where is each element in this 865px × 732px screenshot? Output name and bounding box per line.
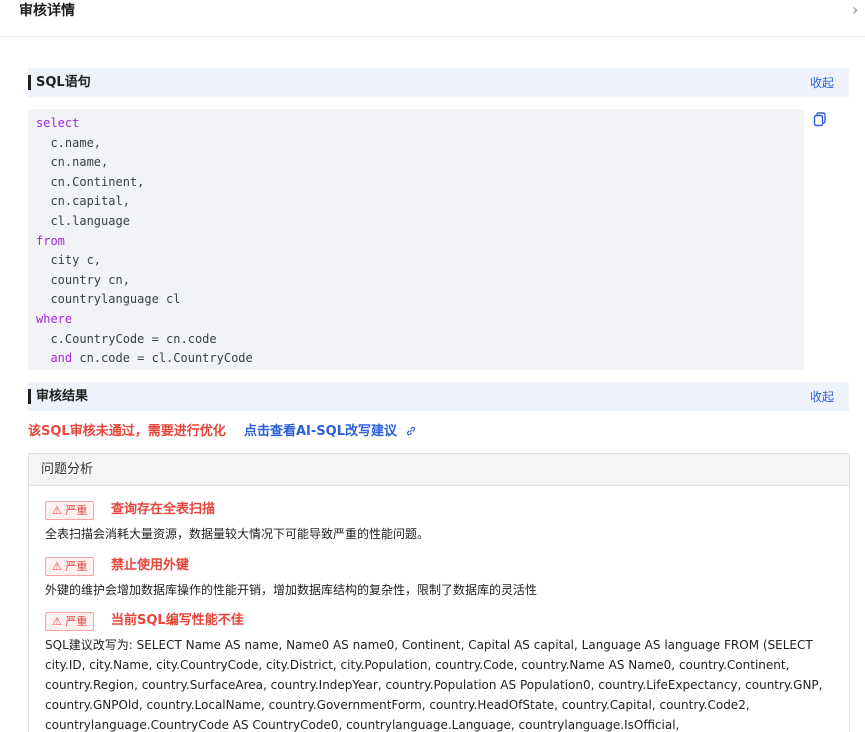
section-accent-bar bbox=[28, 75, 31, 90]
sql-code-line: cn.Continent, bbox=[36, 173, 253, 193]
sql-code-line: and cn.code = cl.CountryCode bbox=[36, 349, 253, 369]
sql-code-text: c.name, bbox=[50, 135, 102, 150]
audit-fail-message: 该SQL审核未通过，需要进行优化 bbox=[28, 424, 226, 439]
sql-code-line: country cn, bbox=[36, 271, 253, 291]
sql-code-line: cn.capital, bbox=[36, 192, 253, 212]
sql-code-line: countrylanguage cl bbox=[36, 290, 253, 310]
issue-title: 查询存在全表扫描 bbox=[111, 502, 216, 517]
sql-code-line: cn.name, bbox=[36, 153, 253, 173]
sql-code-line: city c, bbox=[36, 251, 253, 271]
sql-code-block: select c.name, cn.name, cn.Continent, cn… bbox=[28, 109, 804, 370]
sql-code-line: select bbox=[36, 114, 253, 134]
sql-code-text: c.CountryCode = cn.code bbox=[50, 331, 217, 346]
sql-code-text: cn.name, bbox=[50, 155, 109, 170]
issue-title: 当前SQL编写性能不佳 bbox=[111, 613, 244, 628]
section-accent-bar bbox=[28, 389, 31, 404]
close-chevron-icon[interactable]: › bbox=[852, 1, 858, 19]
sql-code-text: countrylanguage cl bbox=[50, 292, 181, 307]
issue-description: 外键的维护会增加数据库操作的性能开销，增加数据库结构的复杂性，限制了数据库的灵活… bbox=[45, 583, 538, 597]
link-icon bbox=[405, 425, 417, 442]
sql-section-header: SQL语句 收起 bbox=[28, 68, 849, 97]
severity-tag: ⚠ 严重 bbox=[45, 501, 95, 520]
issue-description: 全表扫描会消耗大量资源，数据量较大情况下可能导致严重的性能问题。 bbox=[45, 527, 430, 541]
sql-keyword: and bbox=[50, 351, 73, 366]
copy-icon[interactable] bbox=[812, 111, 828, 127]
sql-code-text: country cn, bbox=[50, 272, 130, 287]
sql-keyword: select bbox=[36, 116, 80, 130]
sql-code-line: c.name, bbox=[36, 134, 253, 154]
severity-tag: ⚠ 严重 bbox=[45, 612, 95, 631]
ai-rewrite-link[interactable]: 点击查看AI-SQL改写建议 bbox=[244, 424, 417, 442]
result-section-title: 审核结果 bbox=[36, 389, 89, 404]
issue-analysis-title: 问题分析 bbox=[41, 462, 94, 477]
sql-section-title: SQL语句 bbox=[36, 75, 91, 90]
drawer-header: 审核详情 › bbox=[0, 0, 865, 37]
sql-collapse-button[interactable]: 收起 bbox=[810, 76, 834, 90]
sql-code-text: city c, bbox=[50, 253, 102, 268]
sql-code-text: cn.code = cl.CountryCode bbox=[72, 351, 253, 366]
sql-code-text: cn.capital, bbox=[50, 194, 130, 209]
ai-rewrite-link-label: 点击查看AI-SQL改写建议 bbox=[244, 424, 397, 439]
issue-description: SQL建议改写为: SELECT Name AS name, Name0 AS … bbox=[45, 638, 823, 732]
issue-title: 禁止使用外键 bbox=[111, 558, 190, 573]
issue-analysis-panel: 问题分析 ⚠ 严重 查询存在全表扫描 全表扫描会消耗大量资源，数据量较大情况下可… bbox=[28, 453, 850, 732]
sql-code-line: where bbox=[36, 310, 253, 330]
sql-code-line: c.CountryCode = cn.code bbox=[36, 330, 253, 350]
result-collapse-button[interactable]: 收起 bbox=[810, 390, 834, 404]
sql-code-line: from bbox=[36, 232, 253, 252]
sql-keyword: from bbox=[36, 233, 65, 248]
sql-code-lines: select c.name, cn.name, cn.Continent, cn… bbox=[36, 114, 253, 369]
result-section-header: 审核结果 收起 bbox=[28, 382, 849, 411]
sql-code-line: cl.language bbox=[36, 212, 253, 232]
sql-code-text: cn.Continent, bbox=[50, 174, 145, 189]
sql-keyword: where bbox=[36, 311, 73, 326]
drawer-title: 审核详情 bbox=[19, 3, 75, 19]
issue-analysis-header: 问题分析 bbox=[29, 454, 849, 486]
severity-tag: ⚠ 严重 bbox=[45, 557, 95, 576]
sql-code-text: cl.language bbox=[50, 213, 130, 228]
